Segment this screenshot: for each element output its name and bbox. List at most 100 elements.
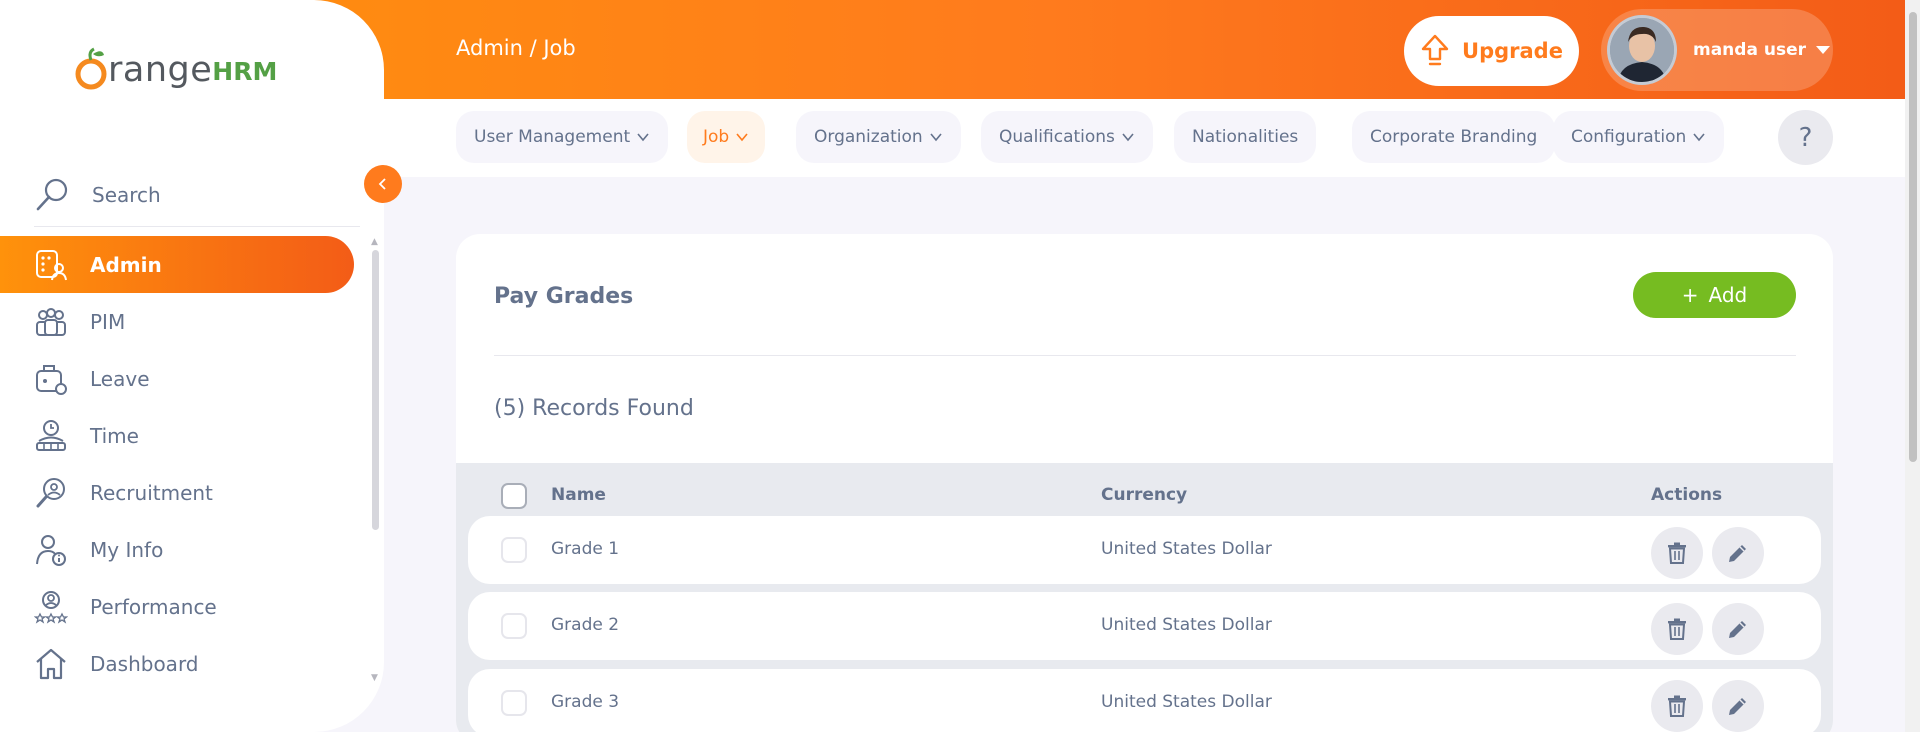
tab-job[interactable]: Job	[687, 111, 766, 163]
tab-configuration[interactable]: Configuration	[1553, 111, 1725, 163]
sidebar-item-recruitment[interactable]: Recruitment	[0, 464, 354, 521]
edit-button[interactable]	[1712, 680, 1764, 732]
table-row[interactable]: Grade 1 United States Dollar	[468, 516, 1821, 584]
tab-corporate-branding[interactable]: Corporate Branding	[1352, 111, 1556, 163]
cell-currency: United States Dollar	[1101, 615, 1272, 635]
sidebar-item-leave[interactable]: Leave	[0, 350, 354, 407]
scroll-down-arrow-icon[interactable]: ▼	[371, 673, 378, 683]
sidebar-item-label: Admin	[90, 252, 162, 277]
tab-label: Nationalities	[1192, 127, 1299, 147]
divider	[494, 355, 1796, 356]
tab-qualifications[interactable]: Qualifications	[981, 111, 1153, 163]
pencil-icon	[1729, 698, 1746, 715]
trash-icon	[1668, 618, 1686, 640]
sidebar-item-label: Recruitment	[90, 480, 213, 505]
help-button[interactable]: ?	[1778, 110, 1833, 165]
table-row[interactable]: Grade 2 United States Dollar	[468, 592, 1821, 660]
scroll-up-arrow-icon[interactable]: ▲	[371, 237, 378, 247]
admin-top-nav: User Management Job Organization Qualifi…	[384, 99, 1905, 177]
sidebar-collapse-button[interactable]	[364, 165, 402, 203]
caret-down-icon	[1815, 46, 1830, 54]
tab-label: User Management	[474, 127, 631, 147]
chevron-down-icon	[1693, 133, 1705, 142]
tab-organization[interactable]: Organization	[796, 111, 961, 163]
recruitment-icon	[36, 477, 65, 507]
column-header-name: Name	[551, 485, 606, 505]
edit-button[interactable]	[1712, 603, 1764, 655]
sidebar-item-dashboard[interactable]: Dashboard	[0, 635, 354, 692]
sidebar: range HRM Search Admin PIM Leave Time Re…	[0, 0, 384, 732]
logo-hrm: HRM	[212, 57, 278, 86]
cell-currency: United States Dollar	[1101, 539, 1272, 559]
delete-button[interactable]	[1651, 527, 1703, 579]
sidebar-item-time[interactable]: Time	[0, 407, 354, 464]
row-checkbox[interactable]	[501, 690, 527, 716]
upgrade-button[interactable]: Upgrade	[1404, 16, 1579, 86]
tab-label: Qualifications	[999, 127, 1115, 147]
page-scrollbar[interactable]	[1905, 0, 1920, 732]
tab-label: Job	[703, 127, 730, 147]
pencil-icon	[1729, 621, 1746, 638]
performance-icon	[34, 590, 68, 624]
logo-text: range	[108, 50, 213, 90]
plus-icon: +	[1681, 283, 1699, 307]
add-button[interactable]: + Add	[1633, 272, 1796, 318]
table-header: Name Currency Actions	[456, 463, 1833, 521]
orangehrm-logo: range HRM	[74, 46, 277, 90]
cell-currency: United States Dollar	[1101, 692, 1272, 712]
tab-label: Configuration	[1571, 127, 1687, 147]
chevron-down-icon	[1122, 133, 1134, 142]
trash-icon	[1668, 695, 1686, 717]
delete-button[interactable]	[1651, 680, 1703, 732]
records-count: (5) Records Found	[494, 396, 694, 421]
my-info-icon	[36, 534, 66, 566]
leave-icon	[36, 364, 67, 395]
table-row[interactable]: Grade 3 United States Dollar	[468, 669, 1821, 732]
chevron-down-icon	[736, 133, 748, 142]
search-label: Search	[92, 182, 161, 207]
admin-icon	[36, 249, 67, 280]
upgrade-label: Upgrade	[1462, 39, 1563, 63]
sidebar-item-my-info[interactable]: My Info	[0, 521, 354, 578]
sidebar-item-pim[interactable]: PIM	[0, 293, 354, 350]
tab-label: Organization	[814, 127, 923, 147]
page-scrollbar-thumb[interactable]	[1909, 12, 1917, 462]
sidebar-item-label: Leave	[90, 366, 150, 391]
chevron-down-icon	[930, 133, 942, 142]
cell-name: Grade 1	[551, 539, 620, 559]
sidebar-item-performance[interactable]: Performance	[0, 578, 354, 635]
tab-user-management[interactable]: User Management	[456, 111, 669, 163]
chevron-left-icon	[378, 178, 386, 190]
chevron-down-icon	[637, 133, 649, 142]
tab-label: Corporate Branding	[1370, 127, 1538, 147]
orange-logo-icon	[75, 47, 107, 90]
tab-nationalities[interactable]: Nationalities	[1174, 111, 1317, 163]
upgrade-arrow-icon	[1421, 34, 1449, 66]
pim-icon	[36, 307, 66, 336]
pay-grades-card: Pay Grades + Add (5) Records Found Name …	[456, 234, 1833, 732]
user-name: manda user	[1693, 40, 1806, 60]
sidebar-item-label: PIM	[90, 309, 126, 334]
select-all-checkbox[interactable]	[501, 483, 527, 509]
delete-button[interactable]	[1651, 603, 1703, 655]
pencil-icon	[1729, 545, 1746, 562]
column-header-currency: Currency	[1101, 485, 1188, 505]
breadcrumb: Admin / Job	[456, 36, 576, 60]
user-dropdown[interactable]: manda user	[1601, 9, 1833, 91]
add-label: Add	[1708, 283, 1748, 307]
avatar	[1607, 15, 1677, 85]
sidebar-item-label: Dashboard	[90, 651, 199, 676]
row-checkbox[interactable]	[501, 613, 527, 639]
sidebar-item-admin[interactable]: Admin	[0, 236, 354, 293]
sidebar-search[interactable]: Search	[34, 163, 360, 227]
search-icon	[36, 178, 68, 210]
edit-button[interactable]	[1712, 527, 1764, 579]
sidebar-item-label: Time	[90, 423, 139, 448]
sidebar-item-label: Performance	[90, 594, 217, 619]
row-checkbox[interactable]	[501, 537, 527, 563]
column-header-actions: Actions	[1651, 485, 1723, 505]
cell-name: Grade 2	[551, 615, 620, 635]
cell-name: Grade 3	[551, 692, 620, 712]
sidebar-scrollbar[interactable]	[372, 250, 379, 530]
sidebar-item-label: My Info	[90, 537, 164, 562]
